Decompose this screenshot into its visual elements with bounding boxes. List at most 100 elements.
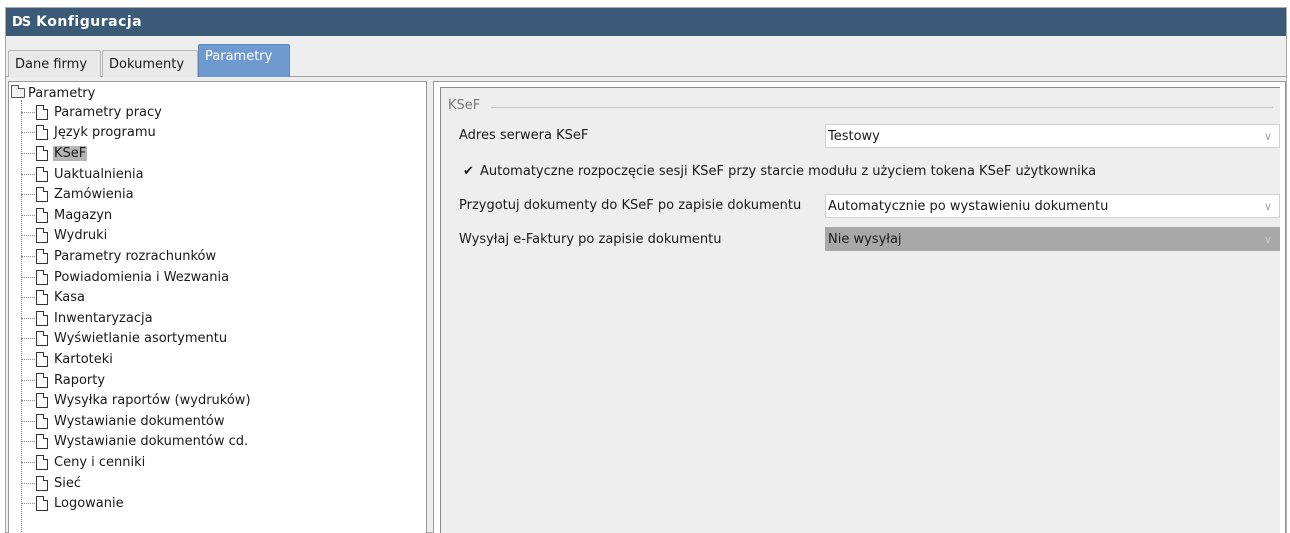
tree-item-16[interactable]: Wystawianie dokumentów	[21, 411, 226, 432]
prepare-select[interactable]: Automatycznie po wystawieniu dokumentu ∨	[825, 194, 1280, 218]
tree-branch-line	[21, 235, 35, 237]
document-icon	[36, 475, 48, 491]
tree-item-6[interactable]: Magazyn	[21, 205, 113, 226]
tree-item-label: Sieć	[54, 475, 82, 491]
tab-dokumenty[interactable]: Dokumenty	[102, 50, 198, 77]
document-icon	[36, 207, 48, 223]
tree-item-label: Wysyłka raportów (wydruków)	[54, 393, 251, 409]
tree-item-label: Inwentaryzacja	[54, 310, 153, 326]
tree-item-label: Wydruki	[54, 228, 108, 244]
document-icon	[36, 104, 48, 120]
title-bar: DS Konfiguracja	[6, 8, 1286, 36]
tree-item-label: Język programu	[54, 125, 156, 141]
tree-item-13[interactable]: Kartoteki	[21, 349, 114, 370]
chevron-down-icon[interactable]: ∨	[1257, 195, 1279, 217]
app-logo-icon: DS	[12, 14, 31, 30]
tree-item-label: Logowanie	[54, 496, 124, 512]
tree-item-label: Raporty	[54, 372, 106, 388]
tree-branch-line	[21, 420, 35, 422]
tree-item-12[interactable]: Wyświetlanie asortymentu	[21, 329, 228, 350]
tree-item-label: Uaktualnienia	[54, 166, 144, 182]
tab-bar: Dane firmy Dokumenty Parametry	[6, 36, 1286, 77]
config-window: DS Konfiguracja Dane firmy Dokumenty Par…	[5, 7, 1287, 533]
ksef-panel-inner: KSeF Adres serwera KSeF Testowy ∨ ✔ Auto…	[440, 87, 1280, 533]
tree-root-parametry[interactable]: Parametry	[11, 84, 95, 102]
tree-item-label: Parametry pracy	[54, 104, 162, 120]
tree-item-7[interactable]: Wydruki	[21, 226, 108, 247]
document-icon	[36, 187, 48, 203]
tree-item-4[interactable]: Uaktualnienia	[21, 164, 145, 185]
tree-root-label: Parametry	[28, 85, 96, 101]
tree-branch-line	[21, 173, 35, 175]
auto-session-checkbox[interactable]: ✔ Automatyczne rozpoczęcie sesji KSeF pr…	[463, 164, 1096, 179]
tree-item-2[interactable]: Język programu	[21, 123, 157, 144]
prepare-label: Przygotuj dokumenty do KSeF po zapisie d…	[459, 198, 802, 213]
document-icon	[36, 372, 48, 388]
tab-dane-firmy[interactable]: Dane firmy	[8, 50, 101, 77]
tree-item-label: Zamówienia	[54, 187, 134, 203]
tree-item-label: Parametry rozrachunków	[54, 248, 217, 264]
group-divider	[491, 107, 1273, 108]
tree-branch-line	[21, 358, 35, 360]
document-icon	[36, 166, 48, 182]
group-title-ksef: KSeF	[448, 98, 485, 113]
tree-item-5[interactable]: Zamówienia	[21, 184, 135, 205]
document-icon	[36, 145, 48, 161]
document-icon	[36, 434, 48, 450]
tree-item-label: Kartoteki	[54, 351, 113, 367]
tree-branch-line	[21, 461, 35, 463]
checkmark-icon[interactable]: ✔	[463, 164, 475, 179]
document-icon	[36, 331, 48, 347]
auto-session-label: Automatyczne rozpoczęcie sesji KSeF przy…	[480, 164, 1097, 179]
tree-item-18[interactable]: Ceny i cenniki	[21, 452, 146, 473]
tree-item-label: Kasa	[54, 290, 86, 306]
tree-item-label: KSeF	[53, 145, 88, 161]
parameters-tree: Parametry Parametry pracy Język programu K…	[8, 81, 427, 533]
tab-parametry[interactable]: Parametry	[198, 44, 290, 77]
tree-item-15[interactable]: Wysyłka raportów (wydruków)	[21, 390, 252, 411]
server-select-value: Testowy	[828, 128, 880, 144]
tree-branch-line	[21, 132, 35, 134]
document-icon	[36, 413, 48, 429]
send-select[interactable]: Nie wysyłaj ∨	[825, 227, 1280, 251]
tree-branch-line	[21, 194, 35, 196]
tree-item-label: Wyświetlanie asortymentu	[54, 331, 228, 347]
tree-item-19[interactable]: Sieć	[21, 473, 82, 494]
tree-item-label: Magazyn	[54, 207, 113, 223]
tree-branch-line	[21, 111, 35, 113]
tree-branch-line	[21, 317, 35, 319]
document-icon	[36, 393, 48, 409]
window-title: Konfiguracja	[36, 14, 143, 30]
tree-item-3[interactable]: KSeF	[21, 143, 88, 164]
tree-branch-line	[21, 379, 35, 381]
tree-item-1[interactable]: Parametry pracy	[21, 102, 163, 123]
document-icon	[36, 310, 48, 326]
tree-item-8[interactable]: Parametry rozrachunków	[21, 246, 217, 267]
folder-icon	[11, 85, 25, 98]
tree-branch-line	[21, 297, 35, 299]
document-icon	[36, 454, 48, 470]
chevron-down-icon[interactable]: ∨	[1257, 125, 1279, 147]
tree-branch-line	[21, 276, 35, 278]
server-label: Adres serwera KSeF	[459, 128, 589, 143]
tree-branch-line	[21, 152, 35, 154]
tree-item-11[interactable]: Inwentaryzacja	[21, 308, 154, 329]
tree-item-20[interactable]: Logowanie	[21, 493, 125, 514]
prepare-select-value: Automatycznie po wystawieniu dokumentu	[828, 198, 1109, 214]
tree-item-10[interactable]: Kasa	[21, 287, 86, 308]
tree-item-17[interactable]: Wystawianie dokumentów cd.	[21, 432, 249, 453]
tree-branch-line	[21, 338, 35, 340]
chevron-down-icon[interactable]: ∨	[1257, 228, 1279, 250]
document-icon	[36, 269, 48, 285]
tree-branch-line	[21, 255, 35, 257]
tree-branch-line	[21, 441, 35, 443]
tree-item-9[interactable]: Powiadomienia i Wezwania	[21, 267, 230, 288]
tree-item-label: Wystawianie dokumentów	[54, 413, 225, 429]
document-icon	[36, 496, 48, 512]
send-label: Wysyłaj e-Faktury po zapisie dokumentu	[459, 232, 722, 247]
tree-item-label: Ceny i cenniki	[54, 454, 146, 470]
tree-item-14[interactable]: Raporty	[21, 370, 106, 391]
server-select[interactable]: Testowy ∨	[825, 124, 1280, 148]
ksef-panel: KSeF Adres serwera KSeF Testowy ∨ ✔ Auto…	[433, 81, 1286, 533]
tree-branch-line	[21, 400, 35, 402]
